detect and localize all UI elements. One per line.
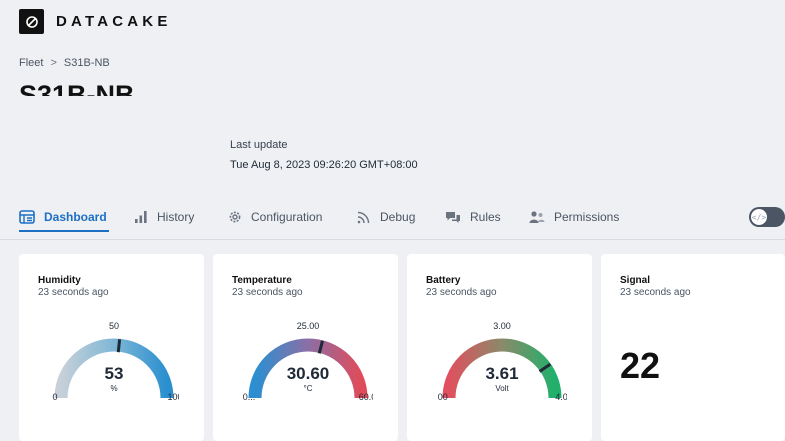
gauge-max-label: 4.00: [555, 392, 567, 402]
widget-title: Temperature: [232, 275, 292, 286]
tab-rules-label: Rules: [470, 210, 501, 224]
gauge-max-label: 60.00: [359, 392, 373, 402]
tab-rules[interactable]: Rules: [445, 207, 501, 227]
page-title: S31B-NB: [19, 80, 135, 96]
signal-waves-icon: [357, 210, 371, 224]
tab-dashboard[interactable]: Dashboard: [19, 207, 107, 227]
temperature-gauge: 25.00 30.60 °C -10... 60.00: [243, 321, 373, 402]
gauge-min-label: 0: [52, 392, 57, 402]
gear-icon: [228, 210, 242, 224]
widget-timestamp: 23 seconds ago: [426, 287, 497, 298]
active-tab-indicator: [19, 230, 109, 232]
tab-configuration-label: Configuration: [251, 210, 323, 224]
tab-permissions-label: Permissions: [554, 210, 620, 224]
code-view-toggle[interactable]: </>: [749, 207, 785, 227]
battery-widget[interactable]: Battery 23 seconds ago 3.00 3.61 Volt 2.…: [407, 254, 592, 441]
signal-value: 22: [620, 345, 661, 386]
widget-title: Battery: [426, 275, 461, 286]
tab-permissions[interactable]: Permissions: [529, 207, 619, 227]
datacake-logo-icon: [19, 9, 44, 34]
signal-widget[interactable]: Signal 23 seconds ago 22: [601, 254, 785, 441]
gauge-value: 3.61: [485, 364, 518, 383]
breadcrumb-separator: >: [50, 57, 57, 69]
widget-timestamp: 23 seconds ago: [620, 287, 691, 298]
widget-title: Signal: [620, 275, 651, 286]
tab-history[interactable]: History: [134, 207, 194, 227]
gauge-mid-label: 3.00: [493, 321, 511, 331]
tab-debug-label: Debug: [380, 210, 416, 224]
gauge-unit: Volt: [495, 384, 509, 393]
code-icon: </>: [751, 209, 767, 225]
brand[interactable]: DATACAKE: [19, 9, 172, 34]
breadcrumb-current: S31B-NB: [63, 57, 110, 69]
gauge-mid-label: 50: [109, 321, 119, 331]
temperature-widget[interactable]: Temperature 23 seconds ago 25.00 30.60 °…: [213, 254, 398, 441]
gauge-needle: [116, 339, 122, 353]
tab-dashboard-label: Dashboard: [44, 210, 107, 224]
rules-icon: [445, 210, 461, 224]
widget-timestamp: 23 seconds ago: [232, 287, 303, 298]
humidity-gauge: 50 53 % 0 100: [52, 321, 179, 402]
users-icon: [529, 210, 545, 224]
widget-title: Humidity: [38, 275, 81, 286]
gauge-value: 53: [105, 364, 124, 383]
humidity-widget[interactable]: Humidity 23 seconds ago 50 53 % 0 100: [19, 254, 204, 441]
gauge-min-label: -10...: [243, 392, 255, 402]
gauge-min-label: 2.00: [437, 392, 448, 402]
tabs-divider: [0, 239, 785, 240]
gauge-unit: °C: [304, 384, 313, 393]
tab-configuration[interactable]: Configuration: [228, 207, 322, 227]
device-meta-partial: [19, 163, 139, 171]
battery-gauge: 3.00 3.61 Volt 2.00 4.00: [437, 321, 567, 402]
gauge-mid-label: 25.00: [297, 321, 320, 331]
gauge-value: 30.60: [287, 364, 330, 383]
bar-chart-icon: [134, 210, 148, 224]
widget-timestamp: 23 seconds ago: [38, 287, 109, 298]
gauge-max-label: 100: [167, 392, 179, 402]
last-update-value: Tue Aug 8, 2023 09:26:20 GMT+08:00: [230, 159, 418, 171]
gauge-unit: %: [110, 384, 117, 393]
dashboard-icon: [19, 210, 35, 224]
breadcrumb-fleet-link[interactable]: Fleet: [19, 57, 43, 69]
last-update-label: Last update: [230, 139, 288, 151]
tab-history-label: History: [157, 210, 195, 224]
tab-debug[interactable]: Debug: [357, 207, 415, 227]
brand-name: DATACAKE: [56, 13, 172, 30]
breadcrumb: Fleet > S31B-NB: [19, 57, 110, 69]
